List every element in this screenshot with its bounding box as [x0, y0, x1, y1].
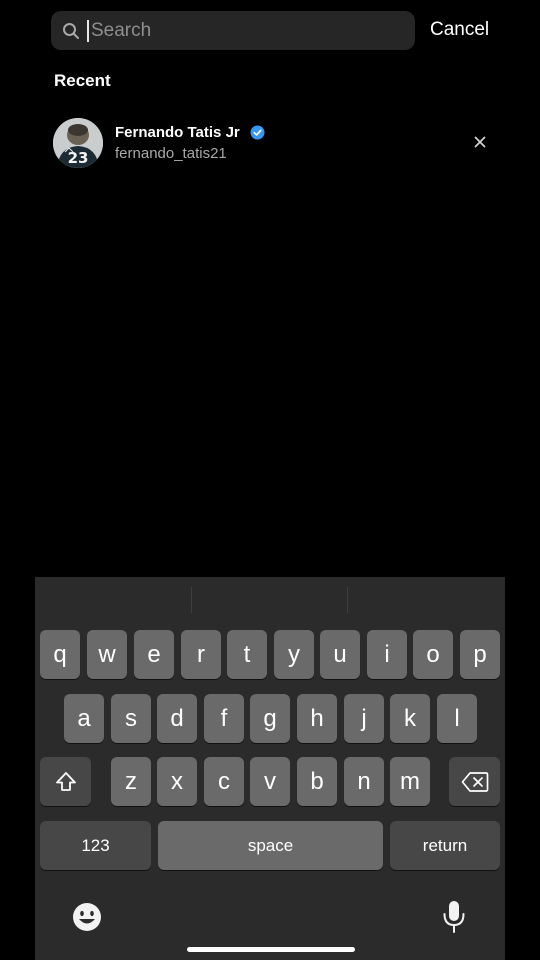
space-key[interactable]: space	[158, 821, 383, 870]
user-display-name: Fernando Tatis Jr	[115, 124, 240, 141]
key-o[interactable]: o	[413, 630, 453, 679]
search-input[interactable]	[87, 15, 391, 46]
key-e[interactable]: e	[134, 630, 174, 679]
recent-search-item[interactable]: 23 Fernando Tatis Jr fernando_tatis21	[52, 115, 498, 171]
key-r[interactable]: r	[181, 630, 221, 679]
key-w[interactable]: w	[87, 630, 127, 679]
key-f[interactable]: f	[204, 694, 244, 743]
home-indicator[interactable]	[187, 947, 355, 952]
search-icon	[61, 21, 81, 41]
key-i[interactable]: i	[367, 630, 407, 679]
key-x[interactable]: x	[157, 757, 197, 806]
key-g[interactable]: g	[250, 694, 290, 743]
text-cursor	[87, 20, 89, 42]
shift-icon	[55, 771, 76, 791]
key-s[interactable]: s	[111, 694, 151, 743]
key-z[interactable]: z	[111, 757, 151, 806]
recent-heading: Recent	[54, 71, 111, 90]
user-username: fernando_tatis21	[115, 145, 227, 162]
key-l[interactable]: l	[437, 694, 477, 743]
backspace-key[interactable]	[449, 757, 500, 806]
dictation-button[interactable]	[437, 900, 471, 934]
suggestion-divider	[191, 587, 192, 613]
search-bar[interactable]	[51, 11, 415, 50]
remove-recent-button[interactable]	[472, 134, 488, 150]
backspace-icon	[461, 771, 488, 792]
emoji-icon	[73, 903, 101, 931]
key-h[interactable]: h	[297, 694, 337, 743]
jersey-number: 23	[68, 149, 89, 167]
key-b[interactable]: b	[297, 757, 337, 806]
verified-badge-icon	[250, 125, 265, 140]
on-screen-keyboard: q w e r t y u i o p a s d f g h j k l z …	[35, 577, 505, 960]
cancel-button[interactable]: Cancel	[430, 19, 489, 41]
avatar: 23	[53, 118, 103, 168]
key-t[interactable]: t	[227, 630, 267, 679]
key-n[interactable]: n	[344, 757, 384, 806]
shift-key[interactable]	[40, 757, 91, 806]
key-m[interactable]: m	[390, 757, 430, 806]
key-p[interactable]: p	[460, 630, 500, 679]
key-v[interactable]: v	[250, 757, 290, 806]
numbers-key[interactable]: 123	[40, 821, 151, 870]
key-d[interactable]: d	[157, 694, 197, 743]
key-a[interactable]: a	[64, 694, 104, 743]
emoji-button[interactable]	[70, 900, 104, 934]
key-y[interactable]: y	[274, 630, 314, 679]
suggestion-divider	[347, 587, 348, 613]
key-u[interactable]: u	[320, 630, 360, 679]
key-c[interactable]: c	[204, 757, 244, 806]
key-k[interactable]: k	[390, 694, 430, 743]
key-q[interactable]: q	[40, 630, 80, 679]
microphone-icon	[443, 901, 465, 933]
close-icon	[474, 136, 486, 148]
return-key[interactable]: return	[390, 821, 500, 870]
key-j[interactable]: j	[344, 694, 384, 743]
